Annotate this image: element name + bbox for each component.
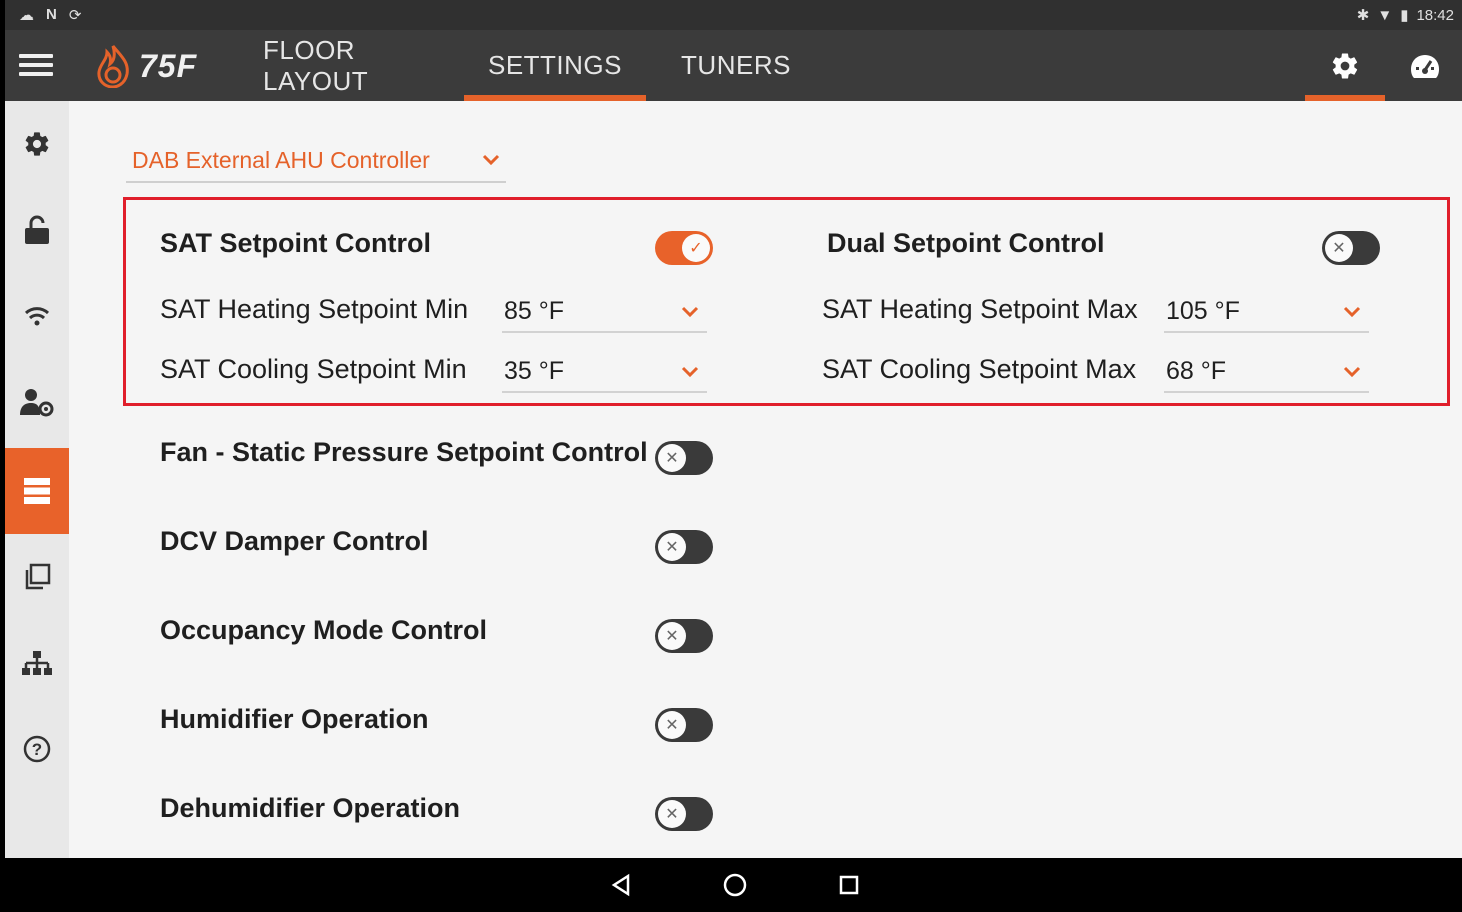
tab-floor-layout[interactable]: FLOOR LAYOUT [263,30,457,101]
profile-dropdown-value: DAB External AHU Controller [132,147,430,173]
sidebar-item-users[interactable] [5,359,69,445]
check-icon: ✓ [682,234,710,262]
sat-cooling-min-select[interactable]: 35 °F [502,351,707,393]
status-time: 18:42 [1416,6,1454,24]
dehumidifier-label: Dehumidifier Operation [160,793,461,823]
chevron-down-icon [681,366,699,378]
sidebar: ? [5,101,69,858]
fan-static-pressure-label: Fan - Static Pressure Setpoint Control [160,437,648,467]
sat-cooling-max-label: SAT Cooling Setpoint Max [822,354,1137,384]
user-settings-icon [20,389,54,417]
close-icon: ✕ [658,711,686,739]
copy-icon [25,563,51,590]
recents-icon[interactable] [834,870,864,900]
sat-heating-min-select[interactable]: 85 °F [502,291,707,333]
network-icon [22,651,52,675]
close-icon: ✕ [658,444,686,472]
humidifier-label: Humidifier Operation [160,704,429,734]
brand-logo: 75F [93,43,197,89]
occupancy-mode-label: Occupancy Mode Control [160,615,488,645]
humidifier-toggle[interactable]: ✕ [655,708,713,742]
status-bar: ☁ N ⟳ ✱ ▼ ▮ 18:42 [5,0,1462,30]
n-icon: N [46,6,57,23]
dcv-damper-toggle[interactable]: ✕ [655,530,713,564]
close-icon: ✕ [658,533,686,561]
sidebar-item-security[interactable] [5,187,69,273]
app-bar: 75F FLOOR LAYOUT SETTINGS TUNERS [5,30,1462,101]
dehumidifier-toggle[interactable]: ✕ [655,797,713,831]
sat-heating-max-label: SAT Heating Setpoint Max [822,294,1138,324]
sidebar-item-copy[interactable] [5,534,69,620]
sat-heating-min-label: SAT Heating Setpoint Min [160,294,469,324]
close-icon: ✕ [1325,234,1353,262]
sync-icon: ⟳ [68,7,82,24]
wifi-icon [24,307,50,326]
profile-dropdown[interactable]: DAB External AHU Controller [126,143,506,183]
svg-text:?: ? [32,740,42,759]
menu-icon[interactable] [19,54,53,78]
server-list-icon [24,478,50,504]
dual-setpoint-control-toggle[interactable]: ✕ [1322,231,1380,265]
screen: ☁ N ⟳ ✱ ▼ ▮ 18:42 75F FLOOR LAYOUT SETTI… [5,0,1462,858]
sat-setpoint-control-label: SAT Setpoint Control [160,228,431,258]
sat-cooling-max-select[interactable]: 68 °F [1164,351,1369,393]
chevron-down-icon [1343,366,1361,378]
close-icon: ✕ [658,800,686,828]
flame-logo-icon [97,45,129,88]
dcv-damper-label: DCV Damper Control [160,526,429,556]
sat-cooling-min-value: 35 °F [504,357,565,385]
sidebar-item-network[interactable] [5,620,69,706]
unlock-icon [25,215,49,244]
brand-name: 75F [139,47,198,84]
close-icon: ✕ [658,622,686,650]
sat-cooling-max-value: 68 °F [1166,357,1227,385]
battery-icon: ▮ [1400,7,1409,24]
bluetooth-icon: ✱ [1356,7,1370,24]
sidebar-item-help[interactable]: ? [5,706,69,792]
fan-static-pressure-toggle[interactable]: ✕ [655,441,713,475]
sidebar-item-wireless[interactable] [5,273,69,359]
home-icon[interactable] [720,870,750,900]
sidebar-item-system[interactable] [5,448,69,534]
occupancy-mode-toggle[interactable]: ✕ [655,619,713,653]
sat-setpoint-control-toggle[interactable]: ✓ [655,231,713,265]
sat-cooling-min-label: SAT Cooling Setpoint Min [160,354,467,384]
wifi-icon: ▼ [1377,6,1393,24]
settings-gear-icon[interactable] [1305,30,1385,101]
help-icon: ? [23,735,51,763]
chevron-down-icon [482,154,500,166]
tab-tuners[interactable]: TUNERS [665,30,807,101]
android-nav-bar [0,858,1462,912]
sat-heating-min-value: 85 °F [504,297,565,325]
gear-icon [25,132,49,156]
dashboard-gauge-icon[interactable] [1400,30,1450,101]
sidebar-item-settings[interactable] [5,101,69,187]
dual-setpoint-control-label: Dual Setpoint Control [827,228,1105,258]
chevron-down-icon [681,306,699,318]
sat-heating-max-value: 105 °F [1166,297,1240,325]
chevron-down-icon [1343,306,1361,318]
cloud-icon: ☁ [19,7,34,24]
back-icon[interactable] [606,870,636,900]
main-content: DAB External AHU Controller SAT Setpoint… [69,101,1462,858]
tab-settings[interactable]: SETTINGS [464,30,646,101]
sat-heating-max-select[interactable]: 105 °F [1164,291,1369,333]
